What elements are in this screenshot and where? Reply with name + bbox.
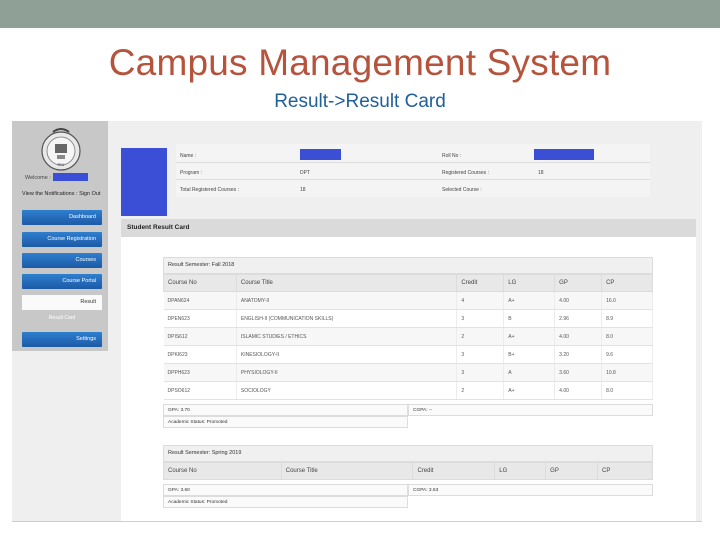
cell: 10.8 (601, 363, 653, 382)
cell: DPSO612 (163, 381, 237, 400)
cgpa-value: CGPA: -- (408, 404, 653, 416)
cell: KINESIOLOGY-II (236, 345, 458, 364)
program-label: Program : (180, 170, 202, 176)
notifications-signout-link[interactable]: View the Notifications : Sign Out (22, 191, 100, 197)
sidebar-item-result[interactable]: Result (22, 295, 102, 310)
cell: 3.20 (554, 345, 603, 364)
col-header: CP (601, 274, 653, 292)
result-table-spring-2019: Course No Course Title Credit LG GP CP (163, 462, 653, 480)
welcome-name-redacted (53, 173, 88, 181)
col-header: GP (545, 462, 599, 480)
col-header: Course Title (280, 462, 414, 480)
student-photo-redacted (121, 148, 167, 216)
cell: ISLAMIC STUDIES / ETHICS (236, 327, 458, 346)
slide-top-bar (0, 0, 720, 28)
sidebar: RIU Welcome : View the Notifications : S… (12, 121, 108, 351)
student-info-panel: Name : Roll No : Program : DPT Registere… (176, 144, 650, 197)
table-header-row: Course No Course Title Credit LG GP CP (163, 274, 653, 292)
cell: B (503, 309, 556, 328)
table-row: DPPH623 PHYSIOLOGY-II 3 A 3.60 10.8 (163, 363, 653, 382)
result-card-header: Student Result Card (121, 219, 696, 237)
welcome-label: Welcome : (25, 175, 51, 181)
cell: PHYSIOLOGY-II (236, 363, 458, 382)
cell: 3 (456, 345, 505, 364)
program-value: DPT (300, 170, 310, 176)
sidebar-item-dashboard[interactable]: Dashboard (22, 210, 102, 225)
result-table-fall-2018: Course No Course Title Credit LG GP CP D… (163, 274, 653, 400)
cell: 16.0 (601, 291, 653, 310)
col-header: Credit (456, 274, 505, 292)
divider (176, 179, 650, 180)
cell: 3 (456, 309, 505, 328)
university-logo-icon: RIU (41, 128, 81, 171)
cell: 4 (456, 291, 505, 310)
table-row: DPAN624 ANATOMY-II 4 A+ 4.00 16.0 (163, 291, 653, 310)
table-row: DPSO612 SOCIOLOGY 2 A+ 4.00 8.0 (163, 381, 653, 400)
table-header-row: Course No Course Title Credit LG GP CP (163, 462, 653, 480)
sidebar-subitem-result-card[interactable]: Result Card (22, 312, 102, 324)
cell: A (503, 363, 556, 382)
cell: 2 (456, 327, 505, 346)
divider (176, 162, 650, 163)
cell: 9.6 (601, 345, 653, 364)
cell: A+ (503, 327, 556, 346)
name-label: Name : (180, 153, 197, 159)
semester-title: Result Semester: Spring 2019 (163, 445, 653, 462)
academic-status: Academic Status: Promoted (163, 416, 408, 428)
cell: DPKI623 (163, 345, 237, 364)
total-registered-value: 18 (300, 187, 306, 193)
slide-subtitle: Result->Result Card (274, 91, 446, 112)
slide-title: Campus Management System (108, 42, 612, 83)
gpa-value: GPA: 3.60 (163, 484, 408, 496)
cell: 3.60 (554, 363, 603, 382)
cell: DPAN624 (163, 291, 237, 310)
cell: ENGLISH-II (COMMUNICATION SKILLS) (236, 309, 458, 328)
cell: DPEN623 (163, 309, 237, 328)
cell: A+ (503, 291, 556, 310)
semester-title: Result Semester: Fall 2018 (163, 257, 653, 274)
col-header: Credit (412, 462, 496, 480)
academic-status: Academic Status: Promoted (163, 496, 408, 508)
cell: 4.00 (554, 291, 603, 310)
registered-courses-label: Registered Courses : (442, 170, 489, 176)
col-header: Course Title (235, 274, 458, 292)
name-redacted (300, 149, 341, 160)
col-header: LG (494, 462, 547, 480)
selected-course-label: Selected Course : (442, 187, 482, 193)
cell: DPPH623 (163, 363, 237, 382)
cell: 2 (456, 381, 505, 400)
screenshot-panel: RIU Welcome : View the Notifications : S… (12, 121, 702, 522)
cell: SOCIOLOGY (236, 381, 458, 400)
sidebar-item-course-portal[interactable]: Course Portal (22, 274, 102, 289)
cell: 4.00 (554, 381, 603, 400)
roll-no-label: Roll No : (442, 153, 462, 159)
cell: B+ (503, 345, 556, 364)
cell: 4.00 (554, 327, 603, 346)
col-header: GP (554, 274, 603, 292)
cell: DPIS612 (163, 327, 237, 346)
table-row: DPIS612 ISLAMIC STUDIES / ETHICS 2 A+ 4.00 8.… (163, 327, 653, 346)
sidebar-item-courses[interactable]: Courses (22, 253, 102, 268)
col-header: Course No (163, 462, 282, 480)
cgpa-value: CGPA: 3.63 (408, 484, 653, 496)
cell: 8.0 (601, 381, 653, 400)
col-header: LG (503, 274, 556, 292)
sidebar-item-settings[interactable]: Settings (22, 332, 102, 347)
table-row: DPEN623 ENGLISH-II (COMMUNICATION SKILLS)… (163, 309, 653, 328)
cell: 3 (456, 363, 505, 382)
registered-courses-value: 18 (538, 170, 544, 176)
col-header: Course No (163, 274, 237, 292)
col-header: CP (597, 462, 653, 480)
cell: A+ (503, 381, 556, 400)
table-row: DPKI623 KINESIOLOGY-II 3 B+ 3.20 9.6 (163, 345, 653, 364)
cell: ANATOMY-II (236, 291, 458, 310)
cell: 8.0 (601, 327, 653, 346)
sidebar-item-course-registration[interactable]: Course Registration (22, 232, 102, 247)
cell: 2.96 (554, 309, 603, 328)
total-registered-label: Total Registered Courses : (180, 187, 239, 193)
svg-text:RIU: RIU (58, 162, 65, 167)
cell: 8.9 (601, 309, 653, 328)
roll-no-redacted (534, 149, 594, 160)
gpa-value: GPA: 3.70 (163, 404, 408, 416)
